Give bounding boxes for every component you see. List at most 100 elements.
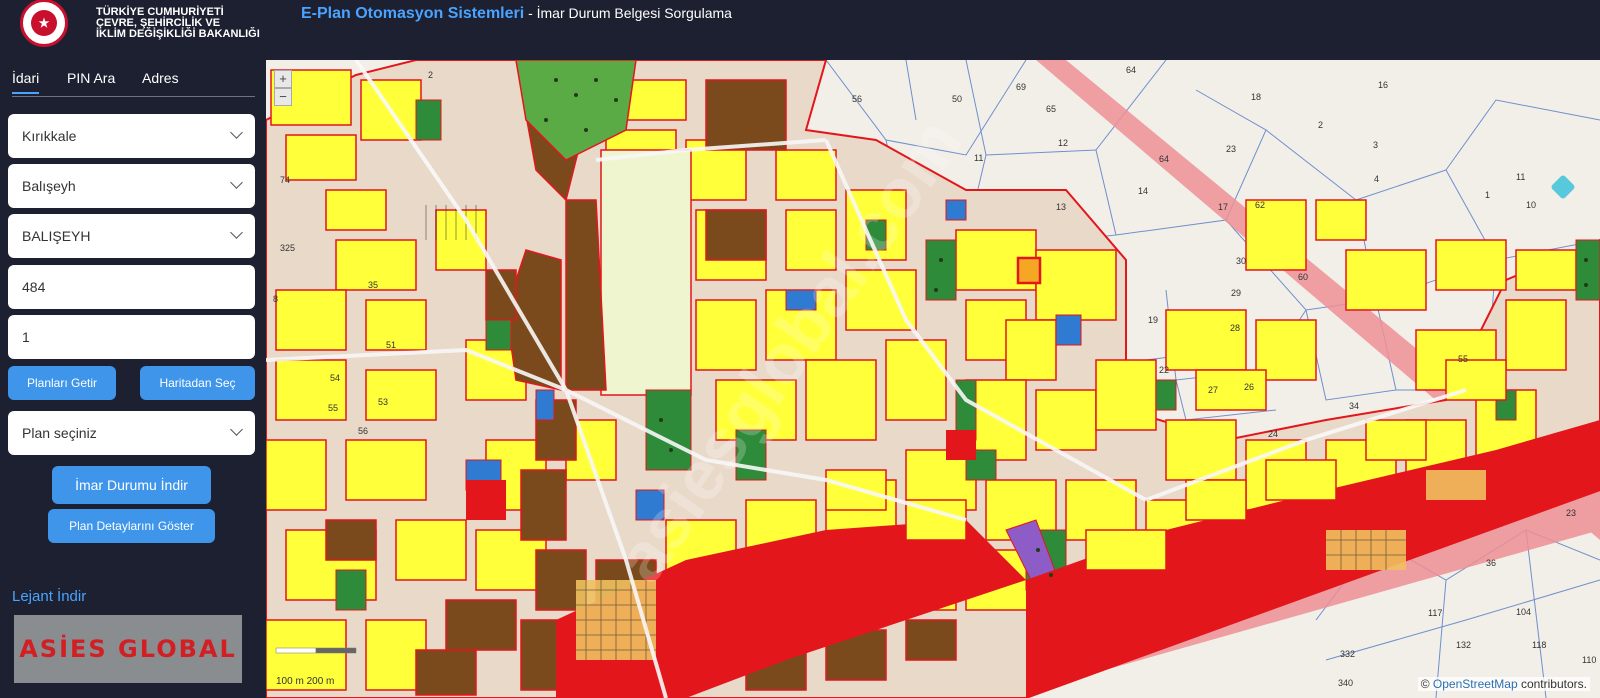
parcel-label: 340	[1338, 678, 1353, 688]
plan-details-button[interactable]: Plan Detaylarını Göster	[48, 509, 215, 543]
parcel-label: 19	[1148, 315, 1158, 325]
parcel-label: 36	[1486, 558, 1496, 568]
chevron-down-icon	[230, 423, 243, 436]
get-plans-button[interactable]: Planları Getir	[8, 366, 116, 400]
parcel-label: 325	[280, 243, 295, 253]
zoom-in-button[interactable]: +	[274, 70, 292, 88]
province-select[interactable]: Kırıkkale	[8, 114, 255, 158]
app-subtitle: - İmar Durum Belgesi Sorgulama	[524, 5, 732, 21]
ministry-line-3: İKLİM DEĞİŞİKLİĞİ BAKANLIĞI	[96, 27, 260, 40]
parcel-label: 110	[1582, 655, 1596, 665]
parcel-label: 62	[1255, 200, 1265, 210]
select-from-map-button[interactable]: Haritadan Seç	[140, 366, 255, 400]
parcel-label: 28	[1230, 323, 1240, 333]
map-attribution: © OpenStreetMap contributors.	[1417, 677, 1590, 691]
neighborhood-value: BALIŞEYH	[22, 228, 91, 244]
top-header: ★ TÜRKİYE CUMHURİYETİ ÇEVRE, ŞEHİRCİLİK …	[0, 0, 1600, 60]
zoom-out-button[interactable]: −	[274, 88, 292, 106]
parcel-label: 26	[1244, 382, 1254, 392]
parcel-label: 23	[1566, 508, 1576, 518]
parcel-label: 117	[1428, 608, 1442, 618]
parcel-label: 27	[1208, 385, 1218, 395]
tab-idari[interactable]: İdari	[12, 70, 40, 94]
brand-text: ASİES GLOBAL	[19, 635, 237, 663]
attribution-prefix: ©	[1420, 677, 1433, 691]
ministry-name: TÜRKİYE CUMHURİYETİ ÇEVRE, ŞEHİRCİLİK VE…	[96, 5, 260, 40]
map-view[interactable]: 2 64 56 50 69 65 18 16 74 11 12 64 23 3 …	[266, 60, 1600, 698]
scale-label: 100 m 200 m	[276, 676, 335, 687]
selected-parcel	[1016, 256, 1042, 285]
brand-logo: ASİES GLOBAL	[14, 615, 242, 683]
chevron-down-icon	[230, 126, 243, 139]
parcel-label: 132	[1456, 640, 1471, 650]
app-title: E-Plan Otomasyon Sistemleri	[301, 5, 525, 22]
parcel-label: 8	[273, 294, 278, 304]
parcel-label: 17	[1218, 202, 1228, 212]
ministry-line-2: ÇEVRE, ŞEHİRCİLİK VE	[96, 16, 221, 29]
chevron-down-icon	[230, 226, 243, 239]
plan-select-value: Plan seçiniz	[22, 425, 97, 441]
parcel-label: 65	[1046, 104, 1056, 114]
ministry-line-1: TÜRKİYE CUMHURİYETİ	[96, 5, 224, 18]
parcel-label: 118	[1532, 640, 1546, 650]
parcel-label: 56	[852, 94, 862, 104]
district-value: Balışeyh	[22, 178, 76, 194]
scale-bar	[275, 647, 357, 654]
ministry-logo: ★ TÜRKİYE CUMHURİYETİ ÇEVRE, ŞEHİRCİLİK …	[20, 0, 260, 52]
parcel-label: 104	[1516, 607, 1531, 617]
parcel-label: 18	[1251, 92, 1261, 102]
parcel-label: 16	[1378, 80, 1388, 90]
parcel-input[interactable]: 1	[8, 315, 255, 359]
page-title: E-Plan Otomasyon Sistemleri - İmar Durum…	[301, 5, 732, 23]
parcel-label: 51	[386, 340, 396, 350]
openstreetmap-link[interactable]: OpenStreetMap	[1433, 677, 1518, 691]
parcel-label: 54	[330, 373, 340, 383]
parcel-label: 2	[428, 70, 433, 80]
district-select[interactable]: Balışeyh	[8, 164, 255, 208]
parcel-label: 4	[1374, 174, 1379, 184]
block-value: 484	[22, 279, 46, 295]
parcel-label: 23	[1226, 144, 1236, 154]
legend-download-link[interactable]: Lejant İndir	[12, 588, 86, 605]
parcel-label: 53	[378, 397, 388, 407]
parcel-label: 12	[1058, 138, 1068, 148]
parcel-label: 11	[1516, 172, 1525, 182]
tab-pin-ara[interactable]: PIN Ara	[67, 70, 115, 86]
zoom-control: + −	[274, 70, 292, 106]
sidebar: İdari PIN Ara Adres Kırıkkale Balışeyh B…	[0, 60, 266, 698]
parcel-label: 55	[328, 403, 338, 413]
parcel-label: 64	[1126, 65, 1136, 75]
parcel-label: 3	[1373, 140, 1378, 150]
parcel-label: 332	[1340, 649, 1355, 659]
parcel-label: 29	[1231, 288, 1241, 298]
parcel-label: 24	[1268, 429, 1278, 439]
block-input[interactable]: 484	[8, 265, 255, 309]
parcel-value: 1	[22, 329, 30, 345]
parcel-label: 64	[1159, 154, 1169, 164]
parcel-label: 55	[1458, 354, 1468, 364]
province-value: Kırıkkale	[22, 128, 77, 144]
download-zoning-button[interactable]: İmar Durumu İndir	[52, 466, 211, 504]
parcel-label: 13	[1056, 202, 1066, 212]
parcel-label: 34	[1349, 401, 1359, 411]
ministry-emblem-icon: ★	[20, 0, 68, 47]
parcel-label: 69	[1016, 82, 1026, 92]
chevron-down-icon	[230, 176, 243, 189]
parcel-label: 11	[974, 153, 983, 163]
tab-adres[interactable]: Adres	[142, 70, 179, 86]
parcel-label: 14	[1138, 186, 1148, 196]
parcel-label: 30	[1236, 256, 1246, 266]
parcel-label: 2	[1318, 120, 1323, 130]
parcel-label: 60	[1298, 272, 1308, 282]
parcel-label: 74	[280, 175, 290, 185]
parcel-label: 1	[1485, 190, 1490, 200]
neighborhood-select[interactable]: BALIŞEYH	[8, 214, 255, 258]
parcel-label: 22	[1159, 365, 1169, 375]
parcel-label: 35	[368, 280, 378, 290]
plan-select[interactable]: Plan seçiniz	[8, 411, 255, 455]
parcel-label: 56	[358, 426, 368, 436]
parcel-label: 10	[1526, 200, 1536, 210]
search-tabs: İdari PIN Ara Adres	[12, 70, 255, 97]
parcel-label: 50	[952, 94, 962, 104]
attribution-suffix: contributors.	[1517, 677, 1587, 691]
